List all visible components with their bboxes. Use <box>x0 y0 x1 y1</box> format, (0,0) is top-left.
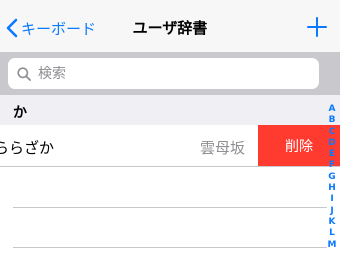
index-letter-l[interactable]: L <box>329 228 335 239</box>
index-letter-m[interactable]: M <box>328 240 337 251</box>
index-letter-c[interactable]: C <box>329 127 336 138</box>
index-letter-h[interactable]: H <box>328 183 336 194</box>
entry-reading: ららざか <box>0 139 55 157</box>
dictionary-entry-row[interactable]: ららざか 雲母坂 削除 <box>0 125 340 167</box>
index-letter-f[interactable]: F <box>329 160 335 171</box>
plus-icon <box>307 17 327 37</box>
index-letter-g[interactable]: G <box>328 172 335 183</box>
index-letter-b[interactable]: B <box>329 115 336 126</box>
add-button[interactable] <box>306 16 328 38</box>
search-input[interactable] <box>38 65 288 82</box>
index-letter-i[interactable]: I <box>330 194 333 205</box>
row-separator <box>13 247 327 248</box>
search-icon <box>17 66 31 81</box>
search-field[interactable] <box>8 58 319 89</box>
section-header: か <box>0 95 340 125</box>
row-separator <box>13 207 327 208</box>
page-title: ユーザ辞書 <box>132 19 208 37</box>
row-separator <box>0 166 340 167</box>
search-bar <box>0 52 340 95</box>
index-letter-e[interactable]: E <box>329 149 335 160</box>
index-letter-k[interactable]: K <box>329 217 336 228</box>
index-letter-j[interactable]: J <box>330 206 333 217</box>
index-letter-a[interactable]: A <box>329 104 336 115</box>
navigation-bar: キーボード ユーザ辞書 <box>0 0 340 52</box>
section-title: か <box>13 105 27 121</box>
index-letter-d[interactable]: D <box>328 138 335 149</box>
section-index[interactable]: A B C D E F G H I J K L M <box>327 104 337 251</box>
entry-word: 雲母坂 <box>199 139 245 157</box>
